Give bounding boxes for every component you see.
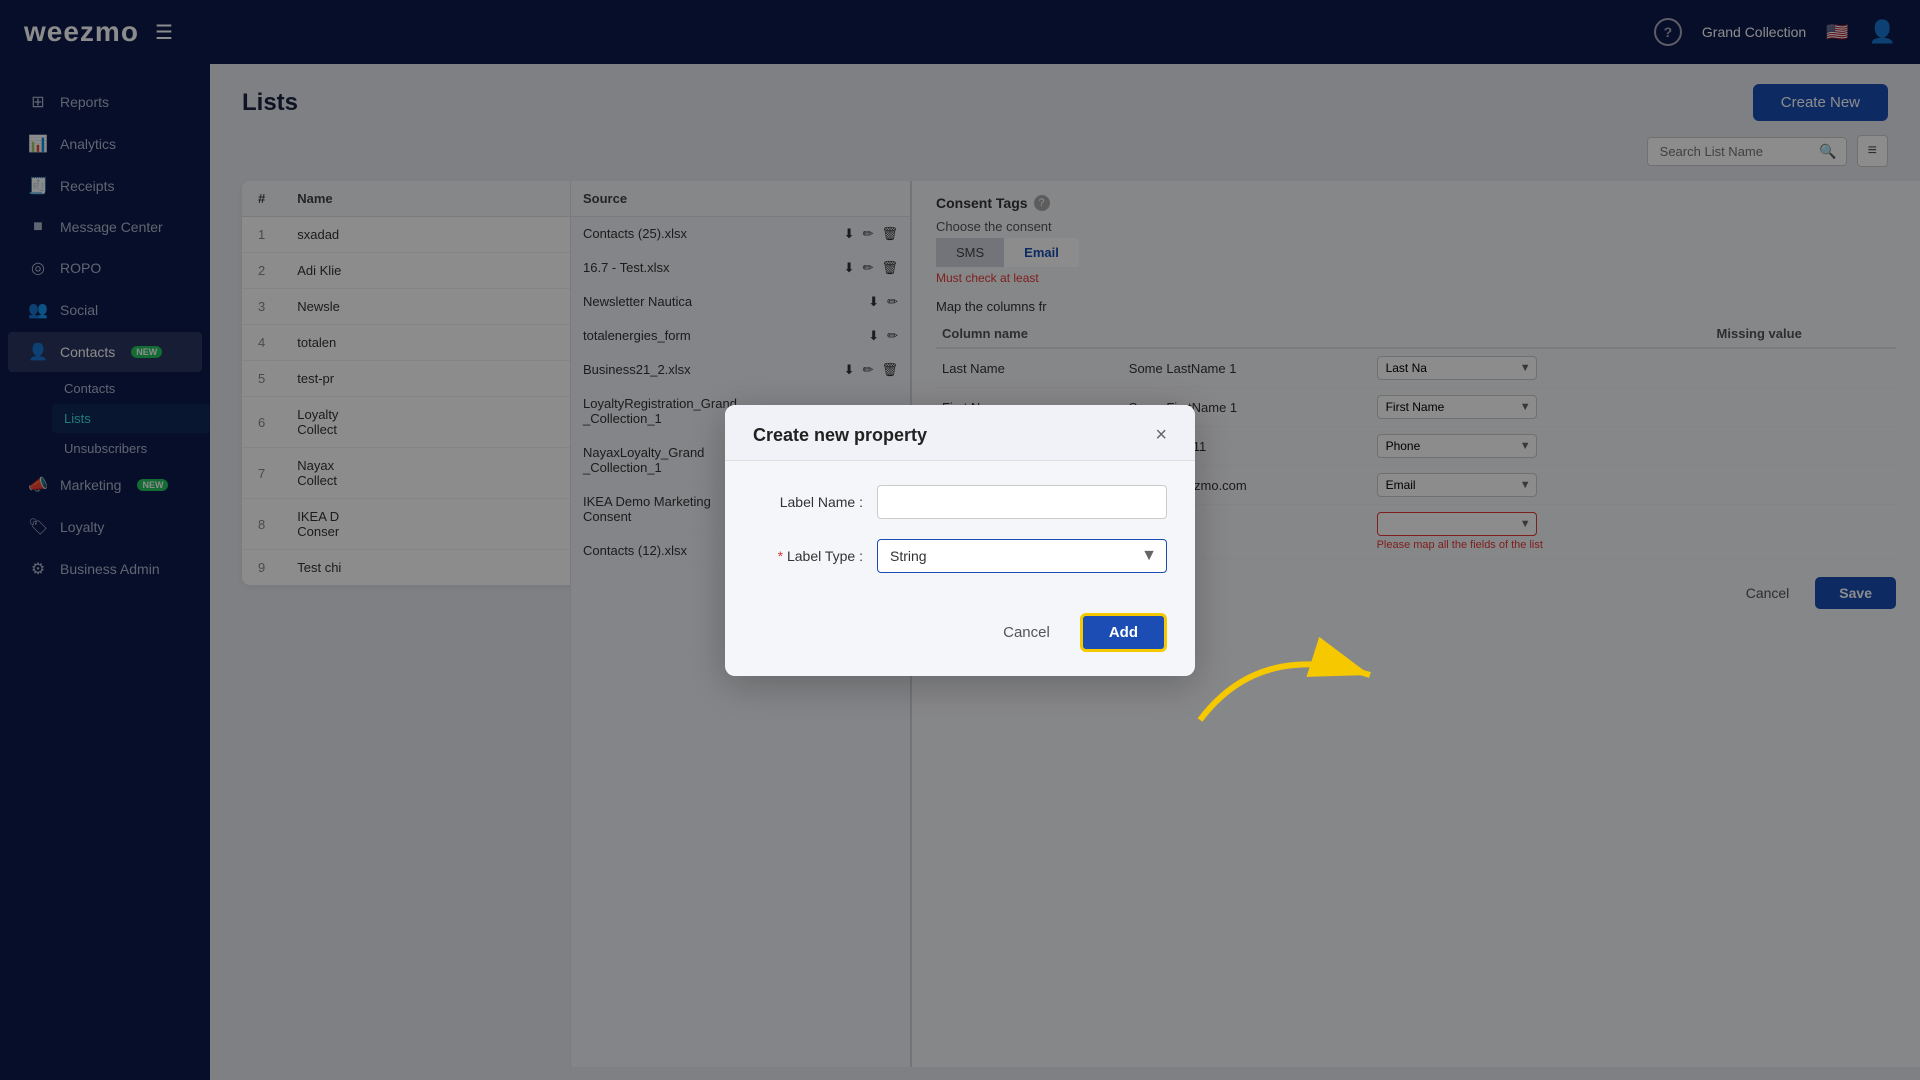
label-type-row: * Label Type : String Number Boolean Dat…: [753, 539, 1167, 573]
label-type-select-wrap: String Number Boolean Date ▼: [877, 539, 1167, 573]
modal-header: Create new property ×: [725, 405, 1195, 461]
label-name-row: Label Name :: [753, 485, 1167, 519]
label-name-label: Label Name :: [753, 494, 863, 510]
create-property-modal: Create new property × Label Name : * Lab…: [725, 405, 1195, 676]
label-type-select[interactable]: String Number Boolean Date: [877, 539, 1167, 573]
modal-footer: Cancel Add: [725, 613, 1195, 676]
modal-close-button[interactable]: ×: [1155, 425, 1167, 445]
modal-cancel-button[interactable]: Cancel: [985, 613, 1068, 652]
required-star: *: [778, 548, 783, 564]
label-type-label: * Label Type :: [753, 548, 863, 564]
label-name-input[interactable]: [877, 485, 1167, 519]
modal-title: Create new property: [753, 425, 927, 446]
modal-body: Label Name : * Label Type : String Numbe…: [725, 461, 1195, 613]
modal-add-button[interactable]: Add: [1080, 613, 1167, 652]
arrow-annotation: [1180, 620, 1400, 740]
modal-overlay: Create new property × Label Name : * Lab…: [0, 0, 1920, 1080]
